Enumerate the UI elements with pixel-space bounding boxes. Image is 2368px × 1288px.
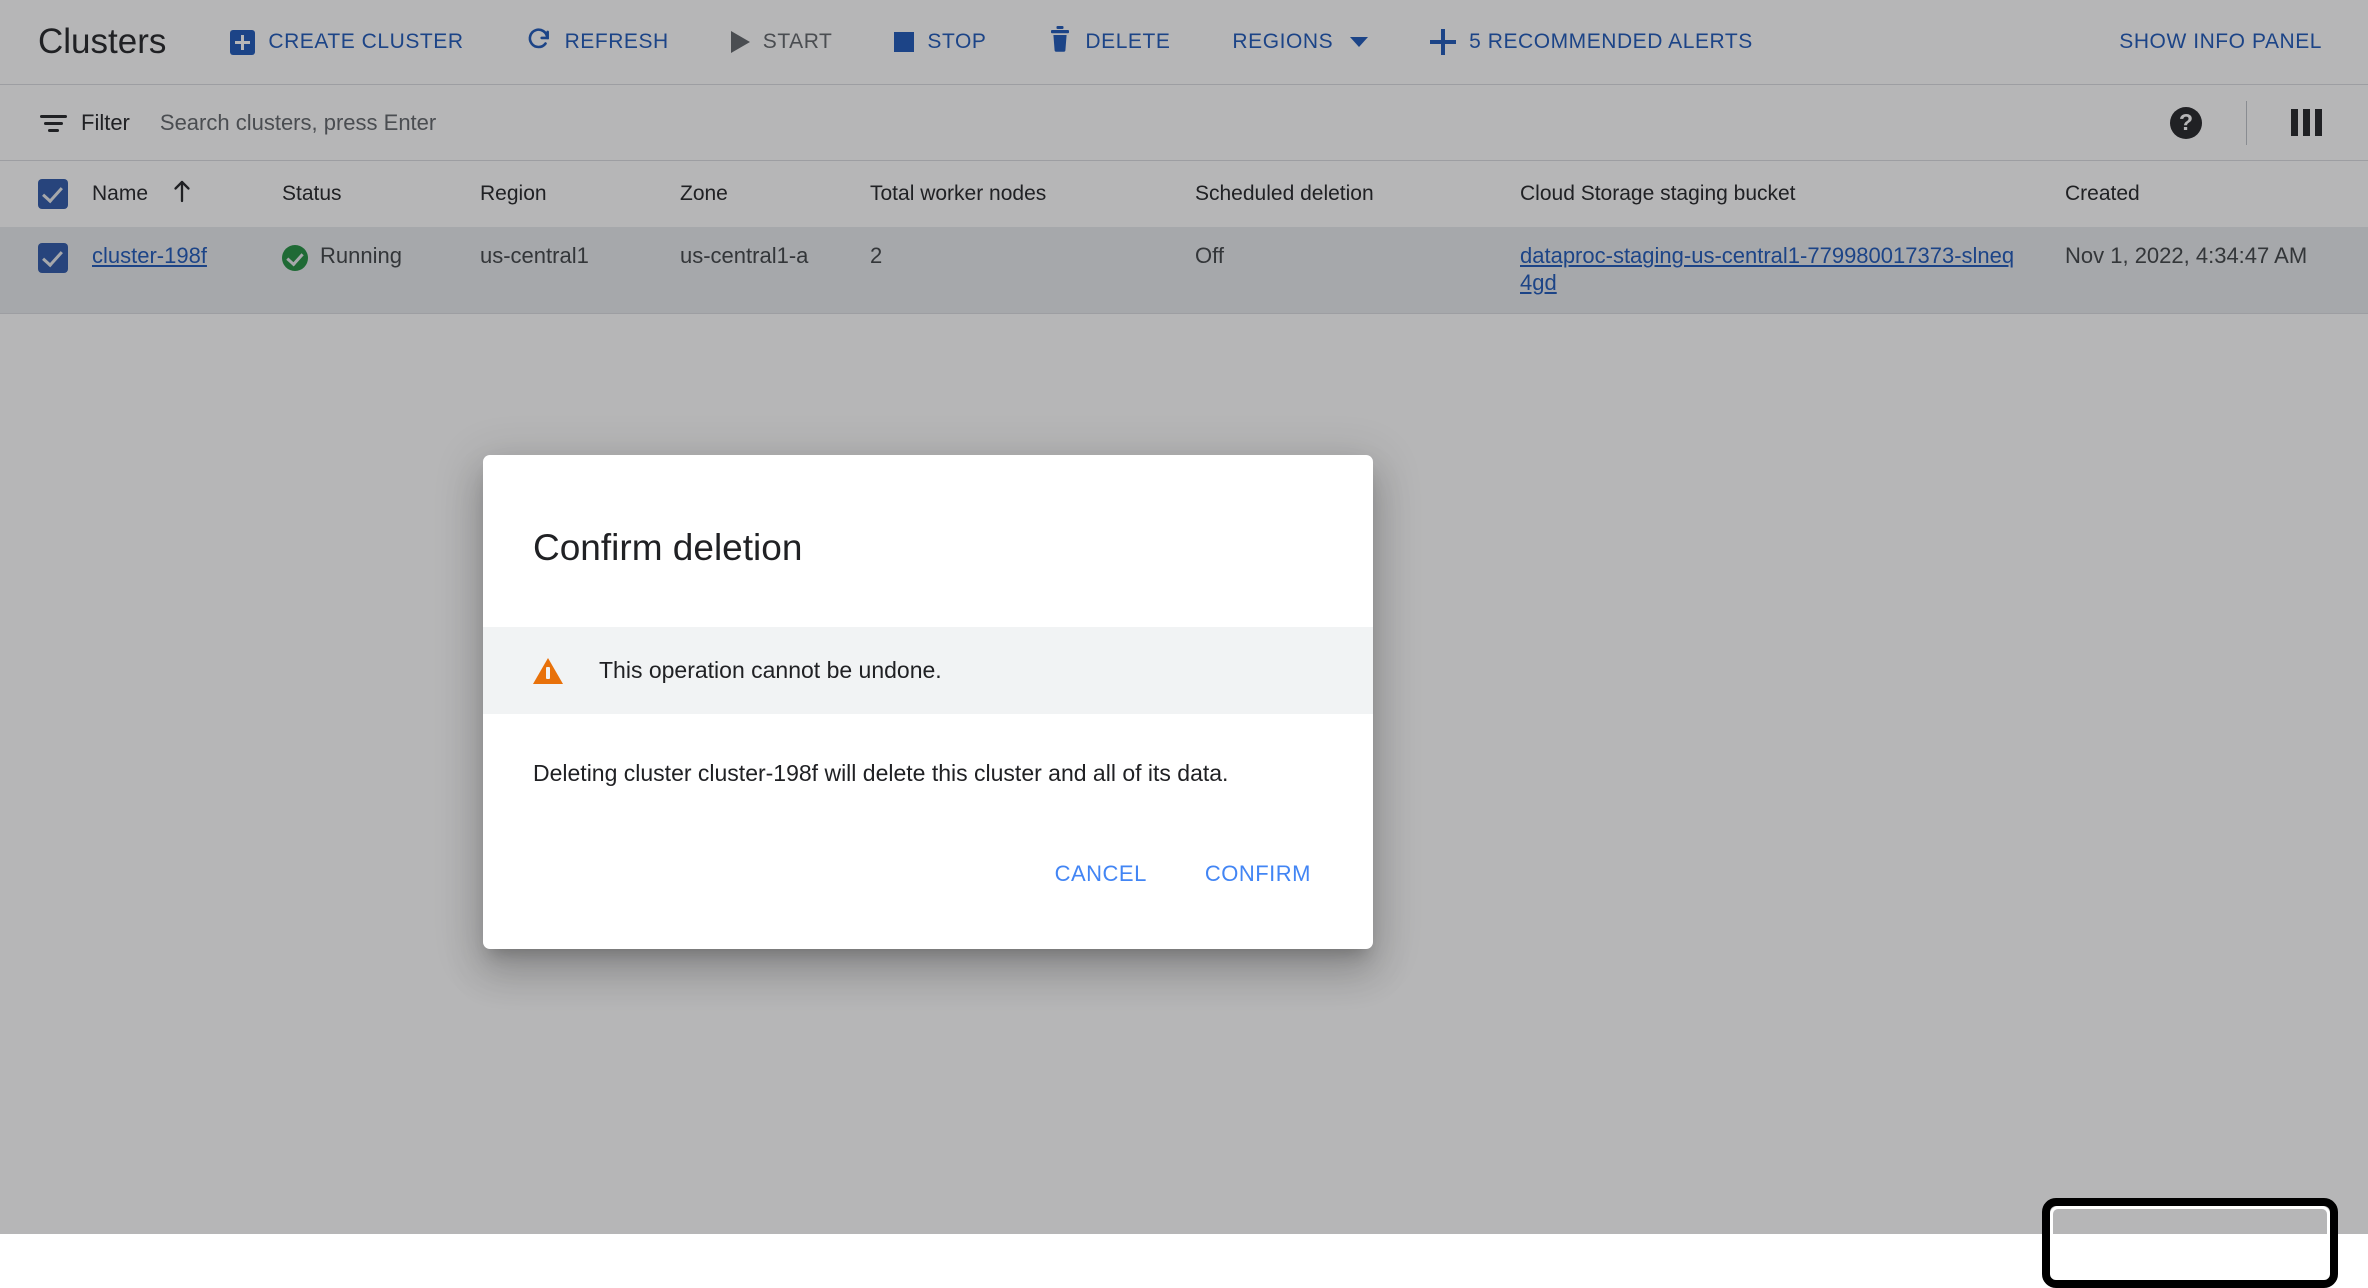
confirm-button[interactable]: CONFIRM	[1189, 849, 1327, 899]
dialog-warning-text: This operation cannot be undone.	[599, 657, 942, 683]
cancel-button[interactable]: CANCEL	[1039, 849, 1163, 899]
warning-triangle-icon	[533, 657, 563, 684]
dialog-body-text: Deleting cluster cluster-198f will delet…	[533, 760, 1229, 786]
dialog-warning-banner: This operation cannot be undone.	[483, 627, 1373, 714]
focus-outline-box	[2042, 1198, 2338, 1288]
dialog-title: Confirm deletion	[533, 527, 803, 568]
confirm-deletion-dialog: Confirm deletion This operation cannot b…	[483, 455, 1373, 949]
focus-outline-inner	[2050, 1206, 2330, 1280]
dialog-actions: CANCEL CONFIRM	[483, 787, 1373, 949]
